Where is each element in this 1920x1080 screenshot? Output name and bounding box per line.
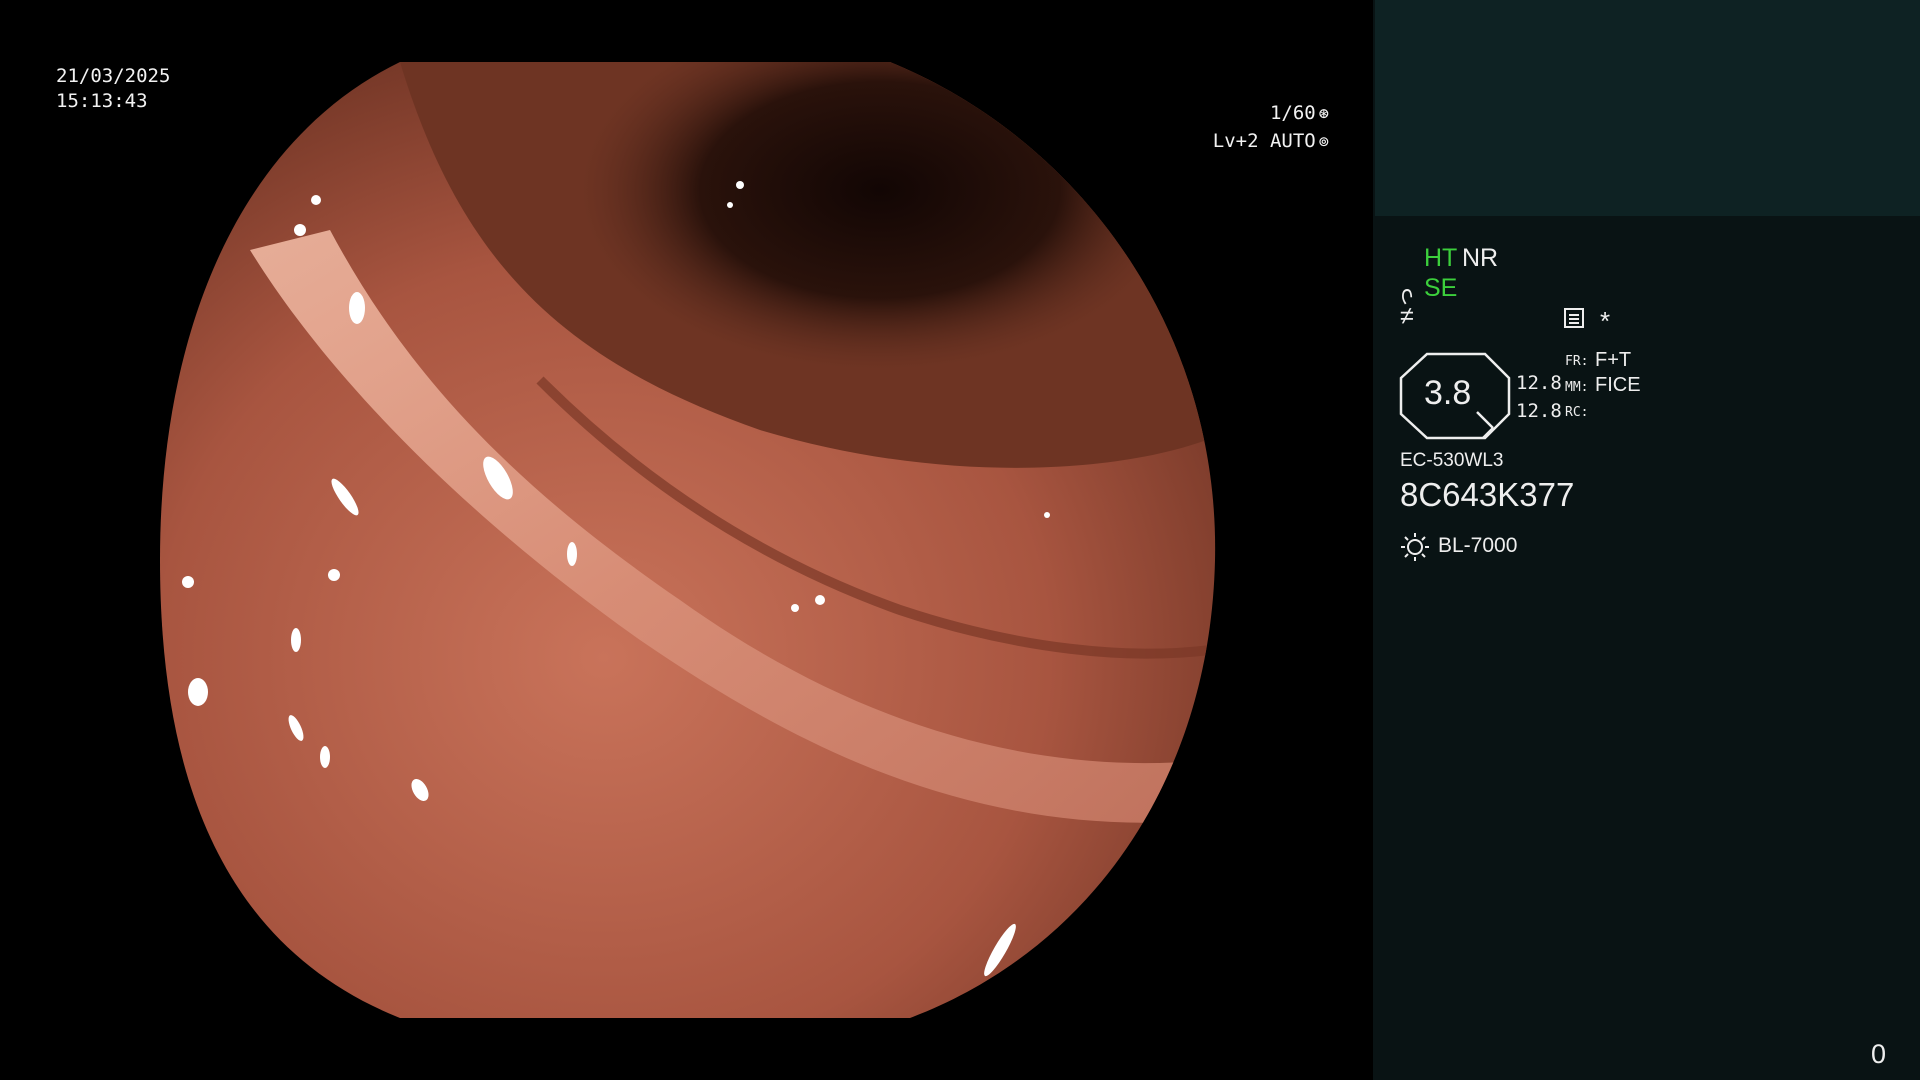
endoscope-image (160, 62, 1216, 1018)
corner-counter: 0 (1870, 1039, 1886, 1069)
star-indicator: * (1600, 306, 1611, 336)
level-row: Lv+2 AUTO ⊚ (1109, 128, 1329, 156)
scope-model: EC-530WL3 (1400, 450, 1504, 471)
sun-icon (1401, 533, 1429, 561)
light-source: BL-7000 (1438, 534, 1518, 557)
aperture-icon: ⊛ (1318, 104, 1329, 124)
fr-label: FR: (1565, 354, 1589, 369)
level-mode-text: Lv+2 AUTO (1212, 130, 1316, 152)
time-text: 15:13:43 (56, 90, 148, 112)
se-indicator: SE (1424, 274, 1458, 302)
ht-indicator: HT (1424, 244, 1458, 272)
nr-indicator: NR (1462, 244, 1499, 272)
date-text: 21/03/2025 (56, 65, 171, 87)
iris-icon: ⊚ (1318, 132, 1329, 152)
document-icon (1564, 308, 1584, 328)
mm-label: MM: (1565, 380, 1589, 395)
exposure-info: 1/60 ⊛ Lv+2 AUTO ⊚ (1109, 100, 1329, 156)
value-1: 12.8 (1516, 372, 1562, 394)
serial-number: 8C643K377 (1400, 476, 1575, 513)
rc-label: RC: (1565, 405, 1589, 420)
value-2: 12.8 (1516, 400, 1562, 422)
timestamp: 21/03/2025 15:13:43 (56, 64, 170, 114)
thumbnail-area (1375, 0, 1920, 216)
not-equal-icon: ≠ (1400, 302, 1414, 330)
fr-value: F+T (1595, 349, 1632, 371)
mm-value: FICE (1595, 374, 1641, 396)
endoscopy-view: 21/03/2025 15:13:43 1/60 ⊛ Lv+2 AUTO ⊚ (0, 0, 1373, 1080)
shutter-row: 1/60 ⊛ (1109, 100, 1329, 128)
zoom-value: 3.8 (1424, 374, 1472, 412)
shutter-text: 1/60 (1269, 102, 1316, 124)
